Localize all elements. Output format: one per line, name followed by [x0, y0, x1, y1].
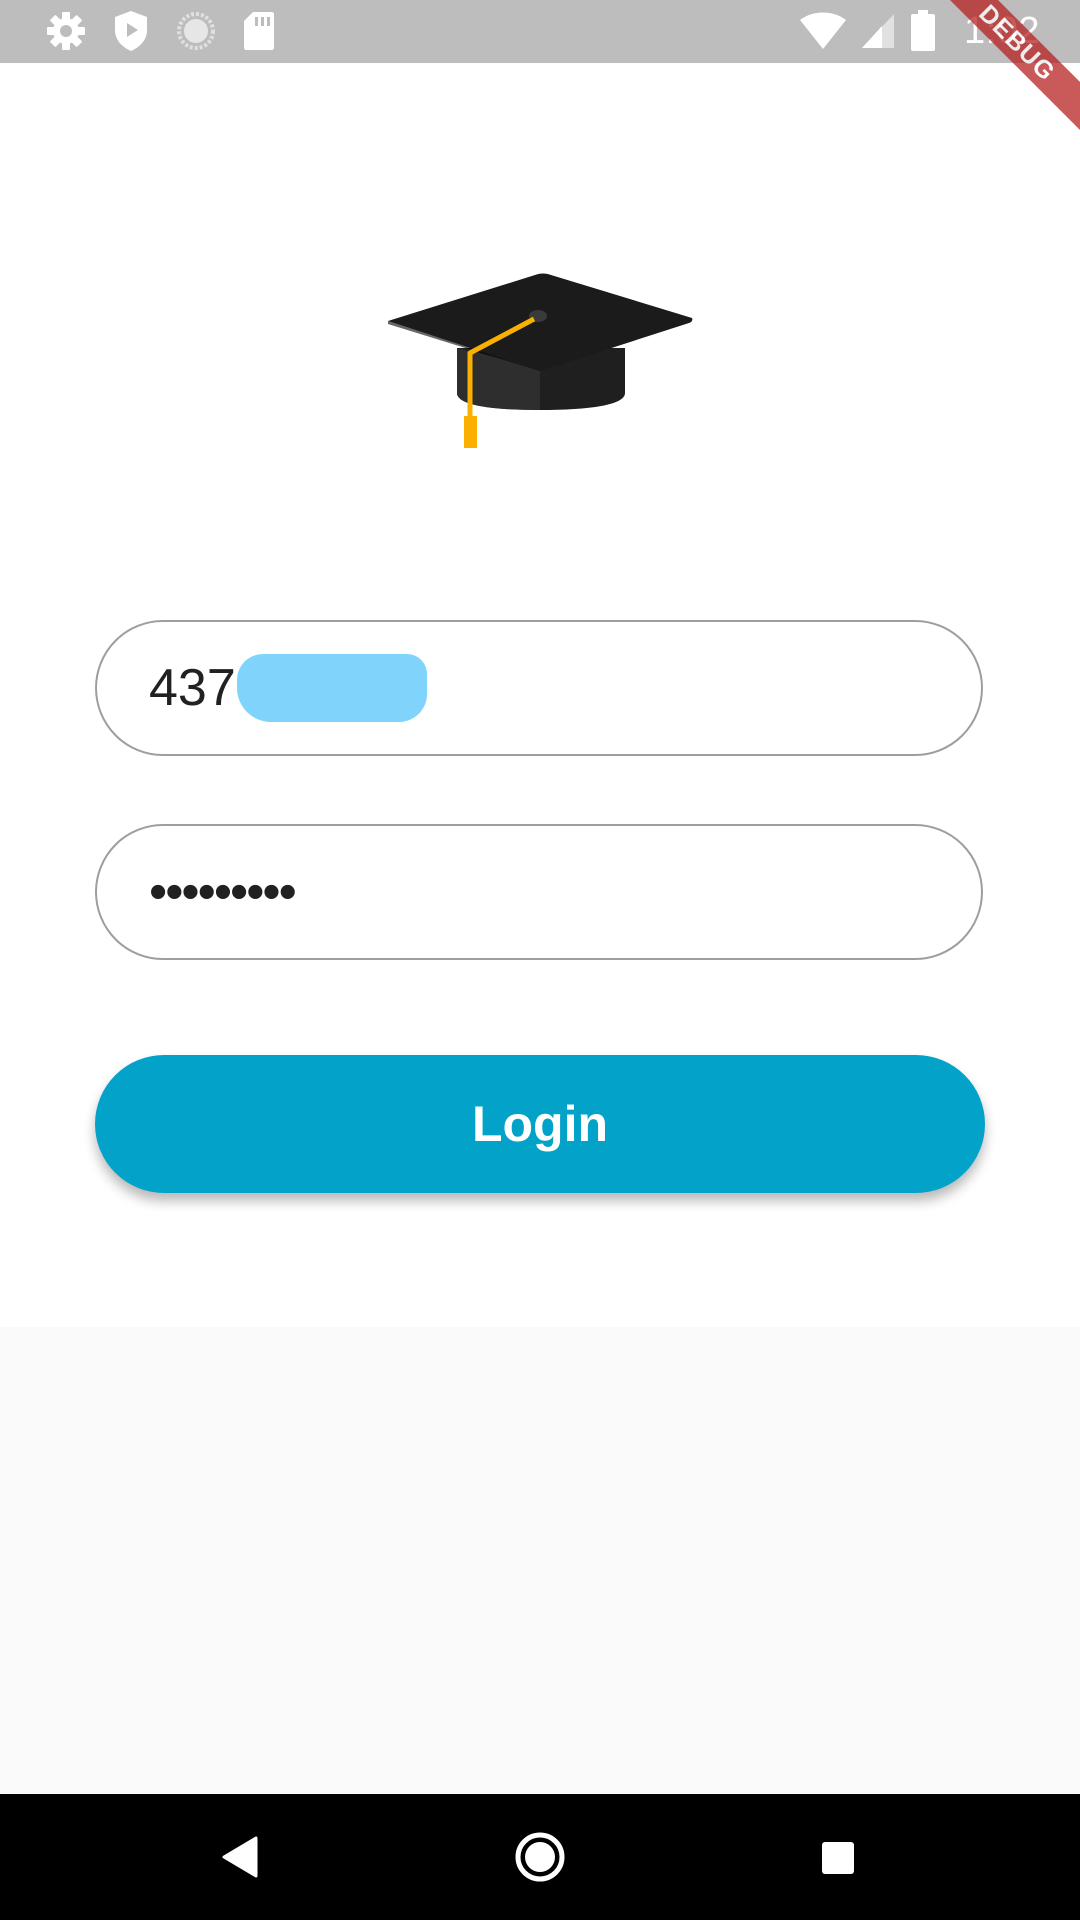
- id-field[interactable]: 437: [95, 620, 983, 756]
- password-field[interactable]: •••••••••: [95, 824, 983, 960]
- redaction-mark: [237, 654, 427, 722]
- wifi-icon: [800, 12, 847, 50]
- shield-play-icon: [113, 10, 149, 52]
- password-field-value: •••••••••: [149, 863, 297, 921]
- settings-icon: [46, 11, 86, 51]
- status-left-icons: [46, 9, 275, 53]
- cell-signal-icon: [860, 12, 896, 50]
- graduation-cap-icon: [380, 268, 700, 448]
- navigation-bar: [0, 1794, 1080, 1920]
- home-icon[interactable]: [507, 1824, 573, 1890]
- battery-icon: [910, 10, 936, 52]
- back-icon[interactable]: [208, 1824, 274, 1890]
- login-button[interactable]: Login: [95, 1055, 985, 1193]
- loading-circle-icon: [176, 11, 216, 51]
- id-field-value: 437: [149, 659, 236, 717]
- sd-card-icon: [243, 11, 275, 51]
- status-bar: 1:02: [0, 0, 1080, 63]
- recents-icon[interactable]: [804, 1824, 870, 1890]
- login-panel: 437 ••••••••• Login: [0, 63, 1080, 1327]
